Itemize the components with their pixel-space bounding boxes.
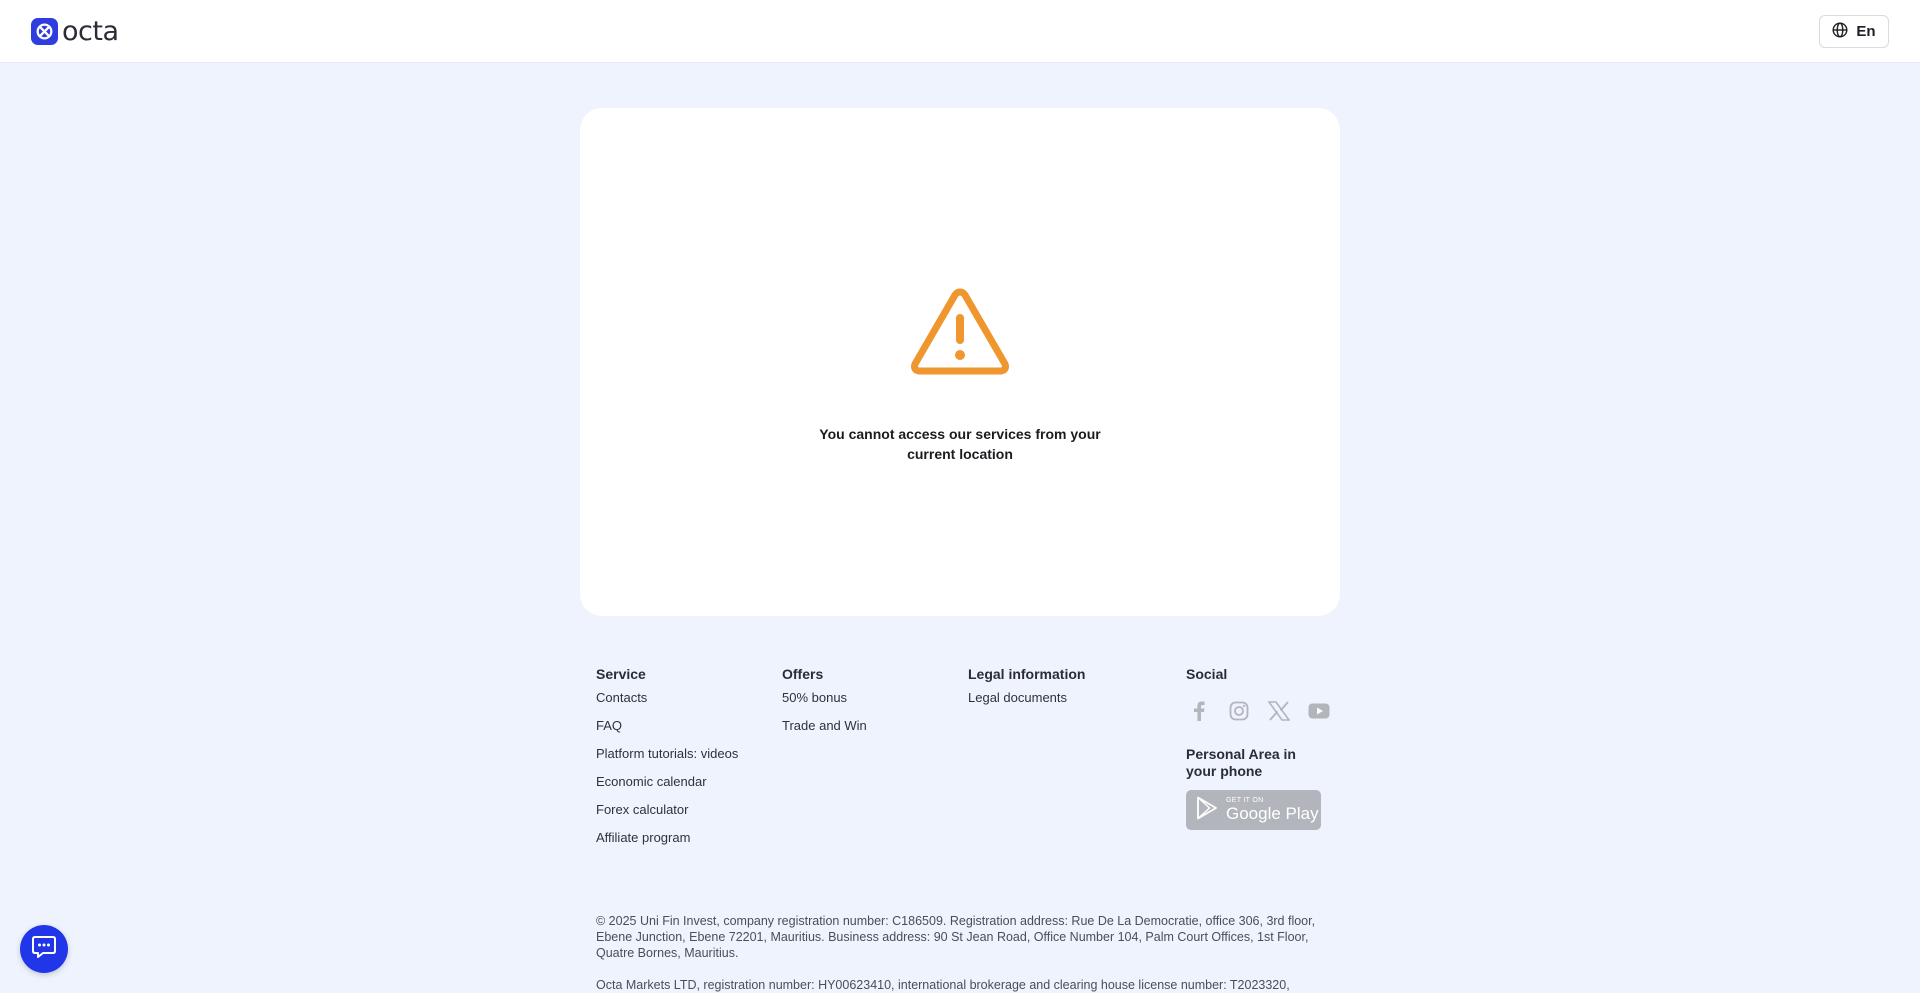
instagram-icon[interactable] xyxy=(1226,698,1252,724)
footer-column-offers: Offers 50% bonus Trade and Win xyxy=(782,664,867,734)
footer-link-economic-calendar[interactable]: Economic calendar xyxy=(596,774,738,790)
phone-app-heading: Personal Area in your phone xyxy=(1186,746,1296,779)
top-header: octa En xyxy=(0,0,1920,63)
footer-heading-social: Social xyxy=(1186,666,1228,682)
facebook-icon[interactable] xyxy=(1186,698,1212,724)
chat-support-button[interactable] xyxy=(20,925,68,973)
footer-link-legal-documents[interactable]: Legal documents xyxy=(968,690,1085,706)
brand-name: octa xyxy=(62,16,119,47)
footer-link-trade-and-win[interactable]: Trade and Win xyxy=(782,718,867,734)
social-links xyxy=(1186,698,1332,724)
google-play-label: Google Play xyxy=(1226,804,1319,823)
footer-heading-service: Service xyxy=(596,666,646,682)
google-play-icon xyxy=(1196,796,1218,825)
youtube-icon[interactable] xyxy=(1306,698,1332,724)
blocked-access-card: You cannot access our services from your… xyxy=(580,108,1340,616)
legal-disclaimer: © 2025 Uni Fin Invest, company registrat… xyxy=(596,913,1326,993)
footer-column-legal: Legal information Legal documents xyxy=(968,664,1085,706)
footer-link-50-bonus[interactable]: 50% bonus xyxy=(782,690,867,706)
google-play-badge[interactable]: GET IT ON Google Play xyxy=(1186,790,1321,830)
access-denied-message: You cannot access our services from your… xyxy=(819,426,1101,462)
footer-column-service: Service Contacts FAQ Platform tutorials:… xyxy=(596,664,738,846)
chat-bubble-icon xyxy=(31,935,57,964)
octa-logo-mark-icon xyxy=(31,18,58,45)
footer-column-social: Social Personal Area in your phone GET I… xyxy=(1186,664,1332,830)
globe-icon xyxy=(1832,21,1848,42)
legal-paragraph-uni-fin: © 2025 Uni Fin Invest, company registrat… xyxy=(596,914,1316,960)
footer-link-faq[interactable]: FAQ xyxy=(596,718,738,734)
warning-triangle-icon xyxy=(908,284,1012,378)
footer-link-forex-calculator[interactable]: Forex calculator xyxy=(596,802,738,818)
footer-link-affiliate-program[interactable]: Affiliate program xyxy=(596,830,738,846)
footer-heading-legal: Legal information xyxy=(968,666,1086,682)
google-play-text: GET IT ON Google Play xyxy=(1226,797,1319,823)
language-label: En xyxy=(1856,23,1876,40)
footer-heading-offers: Offers xyxy=(782,666,824,682)
footer-link-platform-tutorials[interactable]: Platform tutorials: videos xyxy=(596,746,738,762)
footer-link-contacts[interactable]: Contacts xyxy=(596,690,738,706)
legal-paragraph-octa-markets: Octa Markets LTD, registration number: H… xyxy=(596,978,1290,992)
octa-logo[interactable]: octa xyxy=(31,18,119,45)
x-icon[interactable] xyxy=(1266,698,1292,724)
language-selector-button[interactable]: En xyxy=(1819,15,1889,48)
